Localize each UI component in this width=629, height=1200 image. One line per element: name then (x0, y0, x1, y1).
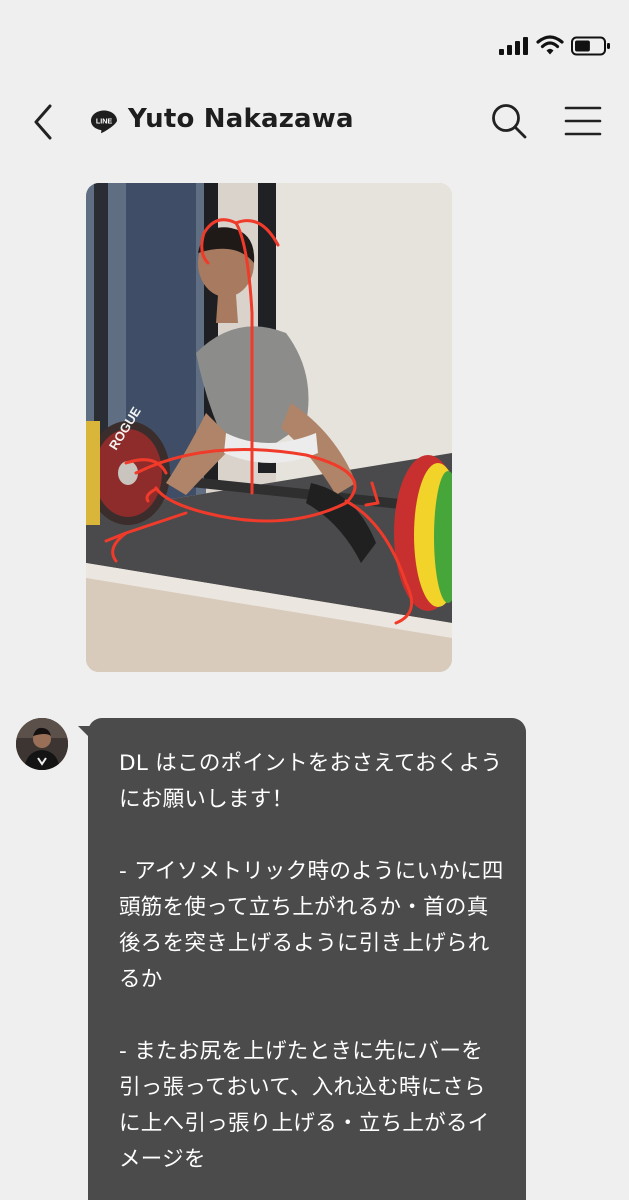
avatar[interactable] (16, 718, 68, 770)
cellular-signal-icon (499, 37, 528, 55)
message-text: DL はこのポイントをおさえておくようにお願いします！ - アイソメトリック時の… (119, 751, 504, 1172)
status-bar (0, 0, 629, 80)
hamburger-menu-icon[interactable] (562, 100, 604, 142)
chat-screen: LINE Yuto Nakazawa ROGUE DL はこのポイントをおさえて… (0, 0, 629, 1200)
deadlift-photo: ROGUE (86, 183, 452, 672)
chat-header: LINE Yuto Nakazawa (0, 86, 629, 156)
chat-title[interactable]: Yuto Nakazawa (128, 104, 354, 134)
avatar-icon (16, 718, 68, 770)
message-bubble[interactable]: DL はこのポイントをおさえておくようにお願いします！ - アイソメトリック時の… (88, 718, 526, 1200)
chevron-left-icon[interactable] (24, 100, 64, 144)
battery-icon (571, 36, 610, 56)
photo-message[interactable]: ROGUE (86, 183, 452, 672)
wifi-icon (536, 35, 564, 55)
search-icon[interactable] (488, 100, 530, 142)
line-logo-icon: LINE (91, 110, 117, 134)
svg-text:LINE: LINE (96, 116, 113, 125)
